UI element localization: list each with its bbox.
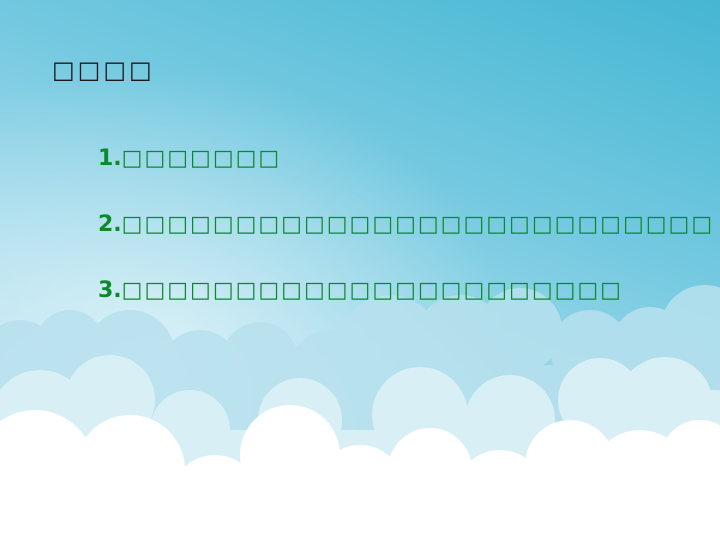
list-item: 1.□□□□□□□ — [98, 140, 714, 184]
slide-title: □□□□ — [52, 56, 155, 84]
slide-canvas: □□□□ 1.□□□□□□□ 2.□□□□□□□□□□□□□□□□□□□□□□□… — [0, 0, 720, 540]
item-text: □□□□□□□□□□□□□□□□□□□□□□□□□□ — [121, 212, 715, 237]
item-list: 1.□□□□□□□ 2.□□□□□□□□□□□□□□□□□□□□□□□□□□ 3… — [98, 140, 714, 338]
item-number: 3. — [98, 278, 122, 303]
item-number: 2. — [98, 212, 122, 237]
list-item: 3.□□□□□□□□□□□□□□□□□□□□□□ — [98, 272, 714, 316]
list-item: 2.□□□□□□□□□□□□□□□□□□□□□□□□□□ — [98, 206, 714, 250]
item-text: □□□□□□□ — [121, 146, 282, 171]
item-number: 1. — [98, 146, 122, 171]
item-text: □□□□□□□□□□□□□□□□□□□□□□ — [121, 278, 623, 303]
